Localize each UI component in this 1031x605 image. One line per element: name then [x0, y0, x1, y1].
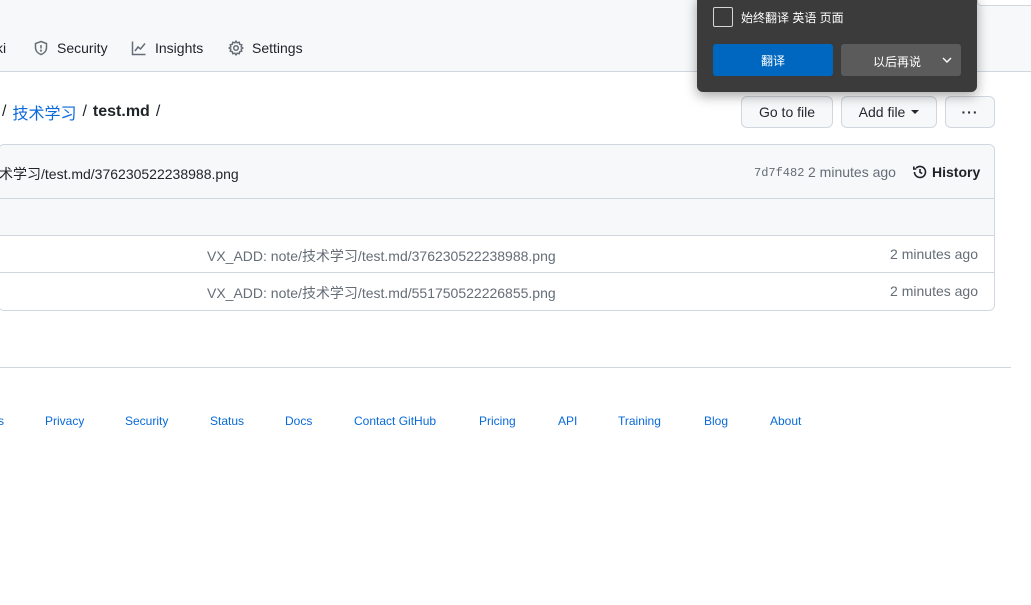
nav-settings-label: Settings	[252, 40, 303, 56]
always-translate-checkbox[interactable]	[713, 7, 733, 27]
footer-link-terms[interactable]: s	[0, 414, 4, 428]
nav-insights-label: Insights	[155, 40, 204, 56]
go-to-file-button[interactable]: Go to file	[741, 96, 833, 128]
always-translate-label: 始终翻译 英语 页面	[741, 11, 844, 25]
nav-wiki-label: ki	[0, 40, 7, 56]
footer-link-contact[interactable]: Contact GitHub	[354, 414, 436, 428]
row-commit-message[interactable]: VX_ADD: note/技术学习/test.md/55175052222685…	[207, 283, 556, 303]
add-file-label: Add file	[858, 104, 906, 120]
nav-tab-settings[interactable]: Settings	[228, 38, 303, 58]
add-file-button[interactable]: Add file	[841, 96, 937, 128]
nav-tab-wiki[interactable]: ki	[0, 38, 6, 58]
breadcrumb-separator: /	[82, 103, 87, 120]
footer-link-pricing[interactable]: Pricing	[479, 414, 516, 428]
kebab-horizontal-icon: ···	[961, 104, 979, 120]
translate-popup: 始终翻译 英语 页面 翻译 以后再说	[697, 0, 977, 92]
file-list-box: 术学习/test.md/376230522238988.png 7d7f482 …	[0, 144, 995, 311]
footer-link-blog[interactable]: Blog	[704, 414, 728, 428]
row-commit-time: 2 minutes ago	[890, 283, 978, 299]
row-commit-message[interactable]: VX_ADD: note/技术学习/test.md/37623052223898…	[207, 246, 556, 266]
translate-button[interactable]: 翻译	[713, 44, 833, 76]
commit-message[interactable]: 术学习/test.md/376230522238988.png	[0, 164, 239, 184]
footer-link-api[interactable]: API	[558, 414, 577, 428]
commit-sha[interactable]: 7d7f482	[754, 166, 804, 180]
row-commit-time: 2 minutes ago	[890, 246, 978, 262]
breadcrumb-separator: /	[2, 103, 7, 120]
more-options-button[interactable]: ···	[945, 96, 995, 128]
table-row[interactable]: VX_ADD: note/技术学习/test.md/37623052223898…	[0, 236, 994, 273]
footer-link-docs[interactable]: Docs	[285, 414, 312, 428]
chevron-down-icon[interactable]	[941, 54, 953, 66]
history-button[interactable]: History	[912, 164, 980, 180]
nav-tab-security[interactable]: Security	[33, 38, 108, 58]
footer-divider	[0, 367, 1011, 368]
not-now-button[interactable]: 以后再说	[841, 44, 961, 76]
nav-security-label: Security	[57, 40, 108, 56]
footer-link-about[interactable]: About	[770, 414, 801, 428]
table-row[interactable]: VX_ADD: note/技术学习/test.md/55175052222685…	[0, 273, 994, 310]
not-now-label: 以后再说	[873, 55, 922, 69]
footer-link-status[interactable]: Status	[210, 414, 244, 428]
history-icon	[913, 165, 927, 179]
breadcrumb-current: test.md	[92, 103, 150, 120]
parent-directory-row[interactable]	[0, 199, 994, 236]
breadcrumb: / 技术学习 / test.md /	[0, 100, 166, 124]
footer-link-training[interactable]: Training	[618, 414, 661, 428]
header-edge	[977, 0, 1031, 6]
breadcrumb-separator: /	[155, 103, 161, 120]
latest-commit-header: 术学习/test.md/376230522238988.png 7d7f482 …	[0, 145, 994, 199]
footer-link-privacy[interactable]: Privacy	[45, 414, 84, 428]
shield-icon	[34, 40, 48, 56]
caret-down-icon	[911, 110, 920, 114]
history-label: History	[932, 164, 981, 180]
breadcrumb-folder-link[interactable]: 技术学习	[12, 100, 76, 124]
nav-tab-insights[interactable]: Insights	[131, 38, 203, 58]
graph-icon	[131, 41, 146, 56]
commit-time: 2 minutes ago	[808, 164, 896, 180]
footer-link-security[interactable]: Security	[125, 414, 168, 428]
gear-icon	[228, 40, 244, 56]
